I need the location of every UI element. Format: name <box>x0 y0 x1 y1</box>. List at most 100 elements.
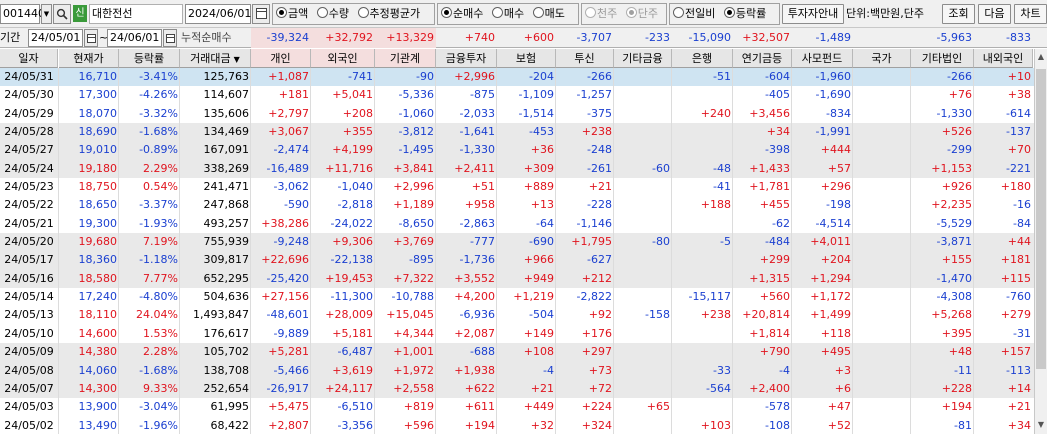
radio-amount[interactable]: 금액 <box>276 7 308 20</box>
radio-prev-diff[interactable]: 전일비 <box>673 7 715 20</box>
column-divider <box>58 68 59 434</box>
chart-button[interactable]: 차트 <box>1014 4 1047 24</box>
column-header-other-fin[interactable]: 기타금융 <box>614 49 672 68</box>
table-row[interactable]: 24/05/08 14,060 -1.68% 138,708 -5,466 +3,619 +… <box>0 361 1034 380</box>
table-row[interactable]: 24/05/27 19,010 -0.89% 167,091 -2,474 +4,199 -… <box>0 141 1034 160</box>
column-header-bank[interactable]: 은행 <box>672 49 733 68</box>
radio-net-buy[interactable]: 순매수 <box>441 7 483 20</box>
cell-individual: -2,474 <box>273 143 309 157</box>
cell-trust: -266 <box>587 70 612 83</box>
radio-est-avg-price[interactable]: 추정평균가 <box>357 7 420 20</box>
search-icon[interactable] <box>53 4 71 24</box>
cell-trade-value: 134,469 <box>203 125 250 139</box>
column-header-price[interactable]: 현재가 <box>59 49 119 68</box>
table-row[interactable]: 24/05/22 18,650 -3.37% 247,868 -590 -2,818 +1,… <box>0 196 1034 214</box>
table-row[interactable]: 24/05/07 14,300 9.33% 252,654 -26,917 +24,117… <box>0 379 1034 399</box>
column-header-trade-value[interactable]: 거래대금 ▼ <box>180 49 251 68</box>
cell-individual: +27,156 <box>261 290 309 304</box>
column-header-foreigner[interactable]: 외국인 <box>311 49 375 68</box>
column-header-insurance[interactable]: 보험 <box>497 49 556 68</box>
table-row[interactable]: 24/05/29 18,070 -3.32% 135,606 +2,797 +208 -1,… <box>0 105 1034 123</box>
cell-bank: -15,117 <box>688 290 731 304</box>
code-dropdown-icon[interactable]: ▼ <box>41 4 52 24</box>
cell-other-fin: -60 <box>652 161 670 175</box>
cell-insurance: -64 <box>536 216 554 230</box>
table-row[interactable]: 24/05/17 18,360 -1.18% 309,817 +22,696 -22,13… <box>0 251 1034 270</box>
cell-trust: +176 <box>581 326 612 340</box>
cell-trade-value: 1,493,847 <box>193 308 249 322</box>
table-row[interactable]: 24/05/02 13,490 -1.96% 68,422 +2,807 -3,356 +5… <box>0 417 1034 434</box>
table-row[interactable]: 24/05/03 13,900 -3.04% 61,995 +5,475 -6,510 +8… <box>0 398 1034 416</box>
radio-thousand-shares[interactable]: 천주 <box>585 7 617 20</box>
table-row[interactable]: 24/05/24 19,180 2.29% 338,269 -16,489 +11,716… <box>0 159 1034 179</box>
cell-price: 14,600 <box>78 326 118 340</box>
cell-domestic-foreign: -113 <box>1006 363 1031 377</box>
table-row[interactable]: 24/05/13 18,110 24.04% 1,493,847 -48,601 +28,… <box>0 306 1034 324</box>
radio-change-rate[interactable]: 등락률 <box>723 7 766 20</box>
table-row[interactable]: 24/05/28 18,690 -1.68% 134,469 +3,067 +355 -3,… <box>0 123 1034 142</box>
table-row[interactable]: 24/05/21 19,300 -1.93% 493,257 +38,286 -24,02… <box>0 215 1034 233</box>
radio-sell[interactable]: 매도 <box>532 7 565 20</box>
column-header-label: 연기금등 <box>741 52 783 65</box>
stock-code-field[interactable]: 001440 <box>0 4 45 24</box>
column-header-fin-invest[interactable]: 금융투자 <box>436 49 497 68</box>
column-divider <box>435 68 436 434</box>
cell-trade-value: 493,257 <box>203 216 250 230</box>
column-header-trust[interactable]: 투신 <box>556 49 614 68</box>
table-row[interactable]: 24/05/10 14,600 1.53% 176,617 -9,889 +5,181 +4… <box>0 325 1034 343</box>
column-divider <box>496 68 497 434</box>
query-button[interactable]: 조회 <box>942 4 975 24</box>
radio-quantity[interactable]: 수량 <box>316 7 349 20</box>
radio-single-shares[interactable]: 단주 <box>625 7 658 20</box>
cell-other-corp: -299 <box>947 143 972 157</box>
calendar-icon[interactable] <box>252 4 270 24</box>
period-from-field[interactable]: 24/05/01 <box>28 29 83 47</box>
stock-name-field: 대한전선 <box>89 4 183 24</box>
table-row[interactable]: 24/05/20 19,680 7.19% 755,939 -9,248 +9,306 +3… <box>0 233 1034 252</box>
summary-pension: +32,507 <box>742 31 790 44</box>
column-header-individual[interactable]: 개인 <box>251 49 311 68</box>
cell-nation <box>853 160 911 178</box>
table-row[interactable]: 24/05/30 17,300 -4.26% 114,607 +181 +5,041 -5,… <box>0 86 1034 104</box>
scrollbar-thumb[interactable] <box>1036 69 1046 369</box>
column-header-pension[interactable]: 연기금등 <box>733 49 792 68</box>
column-header-institution[interactable]: 기관계 <box>375 49 436 68</box>
column-header-date[interactable]: 일자 <box>0 49 58 68</box>
to-calendar-icon[interactable] <box>163 29 177 47</box>
cell-private-fund: -834 <box>826 106 851 120</box>
cell-pension: +2,400 <box>749 381 790 395</box>
cell-price: 14,300 <box>78 381 118 395</box>
sort-dropdown-icon[interactable]: ▼ <box>234 55 240 64</box>
column-header-other-corp[interactable]: 기타법인 <box>911 49 974 68</box>
cumulative-net-buy-label: 누적순매수 <box>181 31 232 44</box>
cell-other-corp: +926 <box>941 180 972 194</box>
table-scrollbar[interactable]: ▲ ▼ <box>1034 49 1047 434</box>
cell-pension: +790 <box>759 345 790 359</box>
unit-label: 단위:백만원,단주 <box>846 7 925 20</box>
radio-buy[interactable]: 매수 <box>491 7 524 20</box>
column-divider <box>555 68 556 434</box>
column-header-private-fund[interactable]: 사모펀드 <box>792 49 853 68</box>
table-row[interactable]: 24/05/16 18,580 7.77% 652,295 -25,420 +19,453… <box>0 269 1034 289</box>
from-calendar-icon[interactable] <box>84 29 98 47</box>
table-row[interactable]: 24/05/31 16,710 -3.41% 125,763 +1,087 -741 -90… <box>0 68 1034 87</box>
cell-domestic-foreign: -614 <box>1006 106 1031 120</box>
table-row[interactable]: 24/05/14 17,240 -4.80% 504,636 +27,156 -11,30… <box>0 288 1034 306</box>
cell-private-fund: +296 <box>820 180 851 194</box>
column-header-domestic-foreign[interactable]: 내외국인 <box>974 49 1033 68</box>
column-header-change-rate[interactable]: 등락률 <box>119 49 180 68</box>
cell-date: 24/05/27 <box>4 143 54 157</box>
cell-bank <box>672 141 733 159</box>
cell-nation <box>853 362 911 380</box>
cell-institution: -895 <box>409 253 434 267</box>
scroll-down-icon[interactable]: ▼ <box>1035 417 1047 433</box>
table-row[interactable]: 24/05/23 18,750 0.54% 241,471 -3,062 -1,040 +2… <box>0 178 1034 196</box>
column-header-nation[interactable]: 국가 <box>853 49 911 68</box>
base-date-field[interactable]: 2024/06/01 <box>185 4 251 24</box>
period-to-field[interactable]: 24/06/01 <box>107 29 162 47</box>
next-button[interactable]: 다음 <box>978 4 1011 24</box>
scroll-up-icon[interactable]: ▲ <box>1035 49 1047 65</box>
investor-guide-button[interactable]: 투자자안내 <box>782 4 844 24</box>
cell-private-fund: +52 <box>827 418 851 432</box>
table-row[interactable]: 24/05/09 14,380 2.28% 105,702 +5,281 -6,487 +1… <box>0 343 1034 362</box>
